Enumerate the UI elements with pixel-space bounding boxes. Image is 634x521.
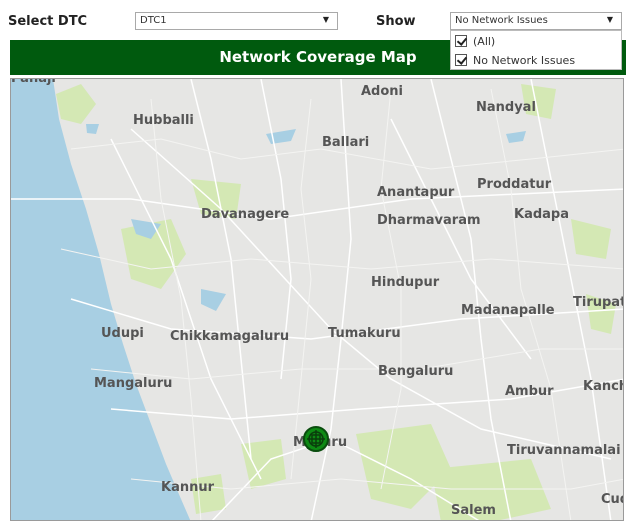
- city-label: Udupi: [101, 326, 144, 341]
- map-title: Network Coverage Map: [219, 48, 417, 66]
- show-select[interactable]: No Network Issues ▼: [450, 12, 622, 30]
- city-label: Tumakuru: [328, 326, 401, 341]
- city-label: Kanch: [583, 379, 624, 394]
- city-label: Kannur: [161, 480, 215, 495]
- show-filter-dropdown: (All) No Network Issues: [450, 30, 622, 70]
- city-label: Davanagere: [201, 207, 290, 222]
- filter-option-label: (All): [473, 34, 496, 48]
- city-label: Mangaluru: [94, 376, 173, 391]
- select-dtc-label: Select DTC: [8, 14, 88, 29]
- city-label: Dharmavaram: [377, 213, 481, 228]
- city-label: Cud: [601, 492, 623, 507]
- chevron-down-icon: ▼: [606, 15, 613, 24]
- city-label: Tiruvannamalai: [507, 443, 621, 458]
- city-label: Bengaluru: [378, 364, 454, 379]
- city-label: Madanapalle: [461, 303, 555, 318]
- network-coverage-map[interactable]: Panaji Hubballi Adoni Nandyal Ballari An…: [10, 78, 624, 521]
- city-label: Hubballi: [133, 113, 194, 128]
- city-label: Kadapa: [514, 207, 570, 222]
- filter-option-all[interactable]: (All): [455, 33, 495, 49]
- city-label: Hindupur: [371, 275, 440, 290]
- city-label: Ballari: [322, 135, 370, 150]
- network-tower-marker-icon[interactable]: [303, 426, 329, 452]
- city-label: Chikkamagaluru: [170, 329, 290, 344]
- checkbox-checked-icon[interactable]: [455, 35, 467, 47]
- chevron-down-icon: ▼: [322, 15, 329, 24]
- filter-option-label: No Network Issues: [473, 53, 576, 67]
- city-label: Adoni: [361, 84, 404, 99]
- city-label: Nandyal: [476, 100, 536, 115]
- checkbox-checked-icon[interactable]: [455, 54, 467, 66]
- city-label: Ambur: [505, 384, 554, 399]
- filter-option-no-network-issues[interactable]: No Network Issues: [455, 52, 575, 68]
- dtc-select[interactable]: DTC1 ▼: [135, 12, 338, 30]
- city-label: Proddatur: [477, 177, 552, 192]
- city-label: Tirupat: [573, 295, 624, 310]
- city-label: Panaji: [11, 78, 56, 86]
- dtc-select-value: DTC1: [140, 15, 167, 26]
- city-label: Anantapur: [377, 185, 455, 200]
- show-select-value: No Network Issues: [455, 15, 548, 26]
- city-label: Salem: [451, 503, 496, 518]
- show-label: Show: [376, 14, 416, 29]
